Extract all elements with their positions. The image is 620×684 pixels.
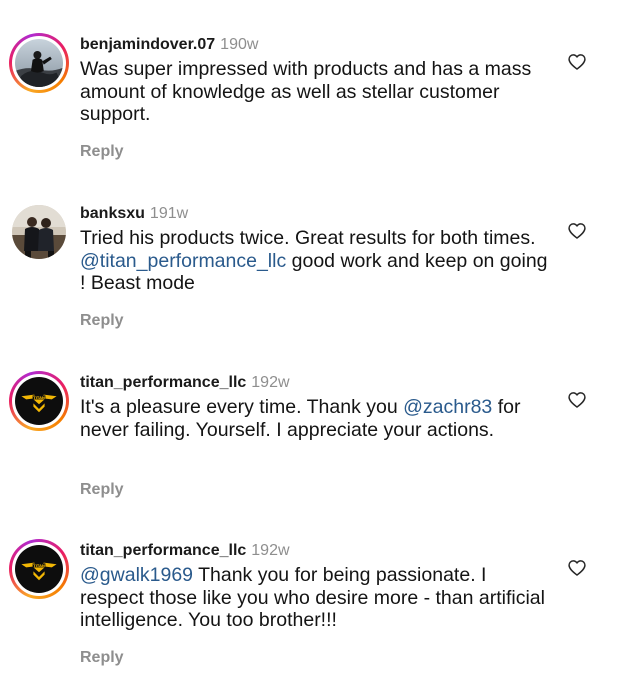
avatar[interactable]: TITAN [9, 539, 69, 599]
timestamp: 191w [149, 205, 189, 222]
comment-text: @gwalk1969 Thank you for being passionat… [80, 564, 550, 632]
username[interactable]: banksxu [80, 205, 145, 222]
avatar[interactable] [9, 202, 69, 262]
titan-logo: TITAN [15, 377, 63, 425]
heart-outline-icon [568, 54, 586, 70]
like-button[interactable] [567, 390, 587, 410]
reply-button[interactable]: Reply [80, 311, 124, 331]
reply-button[interactable]: Reply [80, 648, 124, 668]
svg-text:TITAN: TITAN [33, 564, 45, 568]
comment-header: banksxu 191w [80, 204, 188, 224]
mention-link[interactable]: @titan_performance_llc [80, 250, 286, 272]
comment-header: titan_performance_llc 192w [80, 373, 290, 393]
timestamp: 190w [220, 36, 259, 53]
comment-item: banksxu 191w Tried his products twice. Gr… [0, 195, 620, 363]
reply-button[interactable]: Reply [80, 142, 124, 162]
comment-item: TITAN titan_performance_llc 192w @gwalk19… [0, 532, 620, 684]
heart-outline-icon [568, 560, 586, 576]
timestamp: 192w [251, 374, 290, 391]
svg-text:TITAN: TITAN [33, 396, 45, 400]
heart-outline-icon [568, 392, 586, 408]
avatar[interactable]: TITAN [9, 371, 69, 431]
titan-logo: TITAN [15, 545, 63, 593]
comment-text-segment: It's a pleasure every time. Thank you [80, 396, 404, 418]
comment-header: benjamindover.07 190w [80, 35, 258, 55]
username[interactable]: titan_performance_llc [80, 542, 246, 559]
comment-text: Was super impressed with products and ha… [80, 58, 550, 126]
comment-text: Tried his products twice. Great results … [80, 227, 550, 295]
profile-photo-two-people [12, 205, 66, 259]
avatar[interactable] [9, 33, 69, 93]
reply-button[interactable]: Reply [80, 480, 124, 500]
profile-photo-person-on-rocks [15, 39, 63, 87]
like-button[interactable] [567, 558, 587, 578]
like-button[interactable] [567, 52, 587, 72]
comment-text-segment: Was super impressed with products and ha… [80, 58, 532, 125]
comment-item: benjamindover.07 190w Was super impressed… [0, 26, 620, 194]
timestamp: 192w [251, 542, 290, 559]
comment-list: benjamindover.07 190w Was super impressed… [0, 0, 620, 684]
comment-header: titan_performance_llc 192w [80, 541, 290, 561]
like-button[interactable] [567, 221, 587, 241]
mention-link[interactable]: @gwalk1969 [80, 564, 193, 586]
comment-text-segment: Tried his products twice. Great results … [80, 227, 536, 249]
comment-item: TITAN titan_performance_llc 192w It's a p… [0, 364, 620, 532]
mention-link[interactable]: @zachr83 [403, 396, 492, 418]
username[interactable]: titan_performance_llc [80, 374, 246, 391]
username[interactable]: benjamindover.07 [80, 36, 215, 53]
comment-text: It's a pleasure every time. Thank you @z… [80, 396, 550, 441]
heart-outline-icon [568, 223, 586, 239]
